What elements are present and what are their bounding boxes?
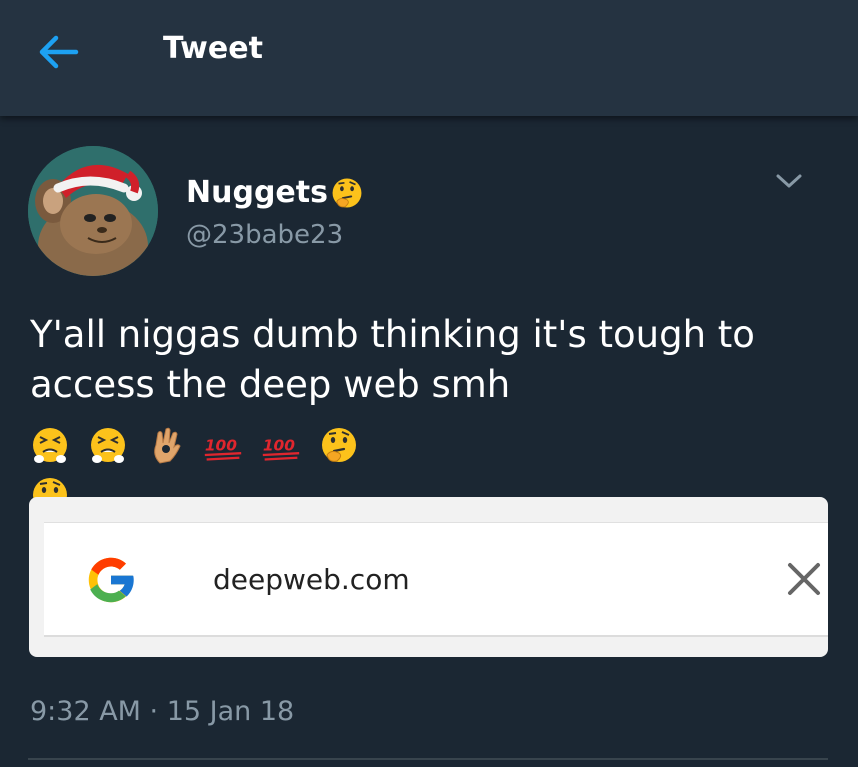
back-arrow-icon[interactable] bbox=[34, 30, 82, 74]
mouse-avatar-icon bbox=[28, 146, 158, 276]
search-query-text: deepweb.com bbox=[213, 563, 410, 596]
avatar[interactable] bbox=[28, 146, 158, 276]
persevering-face-emoji bbox=[33, 427, 67, 463]
author-display-name[interactable]: Nuggets bbox=[186, 175, 328, 210]
tweet-timestamp[interactable]: 9:32 AM · 15 Jan 18 bbox=[30, 696, 294, 727]
tweet-text-line-2: access the deep web smh 100 100 bbox=[30, 360, 830, 468]
hundred-points-emoji: 100 bbox=[205, 436, 242, 461]
chevron-down-icon[interactable] bbox=[772, 168, 806, 194]
tweet-text-line-1: Y'all niggas dumb thinking it's tough to bbox=[30, 313, 755, 356]
page-title: Tweet bbox=[163, 31, 263, 66]
hundred-points-emoji: 100 bbox=[262, 436, 300, 461]
google-g-icon bbox=[88, 557, 135, 603]
tweet-emoji-row: 100 100 bbox=[30, 418, 365, 468]
google-search-bar: deepweb.com bbox=[44, 522, 828, 637]
thinking-face-emoji bbox=[321, 427, 356, 462]
tweet-text: Y'all niggas dumb thinking it's tough to… bbox=[30, 310, 830, 518]
divider bbox=[28, 758, 828, 760]
ok-hand-emoji bbox=[153, 427, 181, 464]
tweet-text-line-2-text: access the deep web smh bbox=[30, 363, 511, 406]
top-app-bar: Tweet bbox=[0, 0, 858, 116]
hundred-label: 100 bbox=[263, 436, 295, 454]
tweet-media-card[interactable]: deepweb.com bbox=[29, 497, 828, 657]
author-name-row: Nuggets bbox=[186, 175, 370, 210]
hundred-label: 100 bbox=[205, 436, 237, 454]
persevering-face-emoji bbox=[90, 427, 125, 463]
thinking-face-emoji bbox=[332, 178, 362, 207]
author-handle[interactable]: @23babe23 bbox=[186, 220, 343, 250]
close-icon[interactable] bbox=[784, 559, 824, 599]
